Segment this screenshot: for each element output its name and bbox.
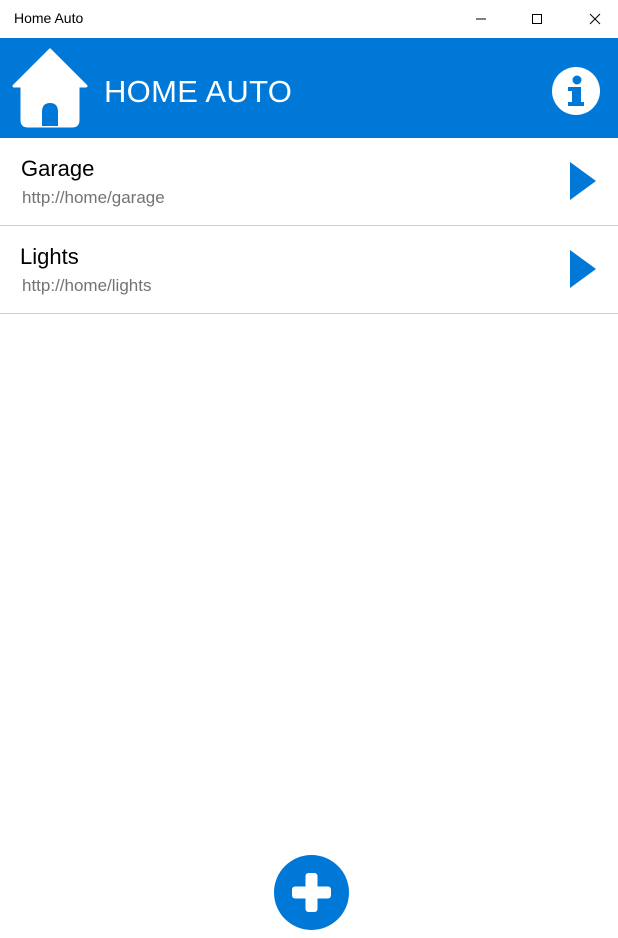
close-icon	[589, 13, 601, 25]
close-button[interactable]	[572, 0, 618, 38]
home-icon	[12, 48, 88, 128]
device-name: Garage	[21, 156, 95, 181]
play-icon[interactable]	[569, 249, 597, 289]
device-url: http://home/lights	[22, 276, 152, 295]
list-item-lights[interactable]: Lights http://home/lights	[0, 226, 618, 314]
minimize-icon	[476, 18, 486, 20]
app-header: HOME AUTO	[0, 38, 618, 138]
maximize-icon	[532, 14, 542, 24]
device-name: Lights	[20, 244, 79, 269]
title-bar: Home Auto	[0, 0, 618, 38]
maximize-button[interactable]	[514, 0, 560, 38]
device-url: http://home/garage	[22, 188, 165, 207]
app-title: HOME AUTO	[104, 74, 293, 109]
window-title: Home Auto	[14, 10, 84, 26]
info-icon[interactable]	[551, 66, 601, 116]
device-list: Garage http://home/garage Lights http://…	[0, 138, 618, 314]
play-icon[interactable]	[569, 161, 597, 201]
add-icon[interactable]	[274, 855, 349, 930]
list-item-garage[interactable]: Garage http://home/garage	[0, 138, 618, 226]
minimize-button[interactable]	[458, 0, 504, 38]
